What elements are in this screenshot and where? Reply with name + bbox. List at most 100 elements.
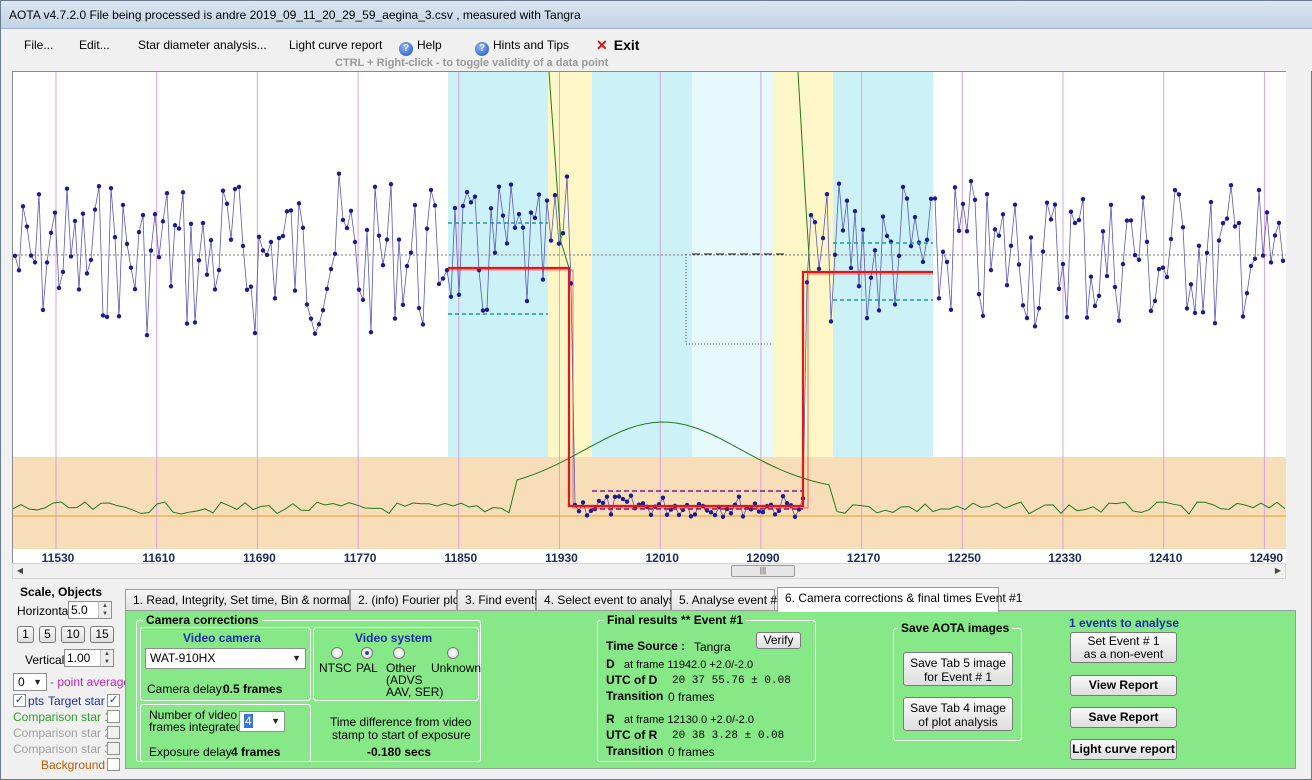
data-point[interactable] (984, 192, 990, 197)
menu-file[interactable]: File... (24, 38, 53, 52)
data-point[interactable] (212, 287, 218, 292)
data-point[interactable] (1020, 303, 1026, 308)
data-point[interactable] (596, 498, 602, 504)
data-point[interactable] (1008, 243, 1014, 248)
data-point[interactable] (296, 201, 302, 206)
data-point[interactable] (332, 251, 338, 256)
data-point[interactable] (912, 214, 918, 220)
data-point[interactable] (252, 330, 258, 336)
data-point[interactable] (948, 307, 954, 313)
data-point[interactable] (944, 259, 950, 265)
data-point[interactable] (1164, 274, 1170, 280)
vertical-spin-arrows[interactable]: ▲ ▼ (100, 650, 113, 666)
data-point[interactable] (156, 254, 162, 260)
data-point[interactable] (304, 302, 310, 307)
data-point[interactable] (548, 238, 554, 243)
data-point[interactable] (872, 248, 878, 253)
zoom-15-button[interactable]: 15 (90, 626, 114, 643)
data-point[interactable] (120, 202, 126, 208)
data-point[interactable] (200, 220, 206, 226)
tab-select-event[interactable]: 4. Select event to analyse (536, 589, 681, 611)
data-point[interactable] (108, 185, 114, 191)
data-point[interactable] (468, 200, 474, 205)
data-point[interactable] (936, 296, 942, 301)
data-point[interactable] (712, 512, 718, 518)
data-point[interactable] (168, 284, 174, 289)
data-point[interactable] (1244, 290, 1250, 296)
data-point[interactable] (336, 171, 342, 176)
data-point[interactable] (1024, 315, 1030, 321)
data-point[interactable] (1260, 253, 1266, 258)
data-point[interactable] (1156, 266, 1162, 272)
data-point[interactable] (1216, 238, 1222, 243)
data-point[interactable] (608, 512, 614, 517)
data-point[interactable] (1088, 274, 1094, 279)
data-point[interactable] (20, 204, 26, 209)
data-point[interactable] (1152, 298, 1158, 304)
data-point[interactable] (224, 201, 230, 207)
data-point[interactable] (388, 182, 394, 187)
other-radio[interactable] (393, 647, 405, 659)
data-point[interactable] (24, 224, 30, 229)
data-point[interactable] (348, 208, 354, 214)
data-point[interactable] (1136, 257, 1142, 263)
data-point[interactable] (176, 226, 182, 231)
data-point[interactable] (1096, 293, 1102, 298)
data-point[interactable] (84, 271, 90, 276)
data-point[interactable] (480, 308, 486, 313)
data-point[interactable] (1240, 314, 1246, 319)
data-point[interactable] (428, 187, 434, 193)
data-point[interactable] (1004, 282, 1010, 288)
data-point[interactable] (532, 215, 538, 221)
data-point[interactable] (340, 217, 346, 223)
data-point[interactable] (1128, 218, 1134, 223)
data-point[interactable] (312, 331, 318, 336)
data-point[interactable] (820, 235, 826, 241)
data-point[interactable] (848, 265, 854, 271)
data-point[interactable] (188, 221, 194, 227)
data-point[interactable] (940, 249, 946, 254)
data-point[interactable] (664, 512, 670, 517)
data-point[interactable] (1112, 284, 1118, 290)
data-point[interactable] (956, 228, 962, 234)
data-point[interactable] (264, 252, 270, 258)
data-point[interactable] (344, 225, 350, 231)
data-point[interactable] (292, 288, 298, 293)
data-point[interactable] (500, 213, 506, 218)
data-point[interactable] (1132, 252, 1138, 258)
data-point[interactable] (844, 198, 850, 203)
data-point[interactable] (364, 227, 370, 233)
data-point[interactable] (552, 192, 558, 198)
data-point[interactable] (604, 494, 610, 499)
data-point[interactable] (1080, 196, 1086, 202)
data-point[interactable] (516, 211, 522, 217)
data-point[interactable] (928, 196, 934, 201)
data-point[interactable] (124, 241, 130, 247)
data-point[interactable] (1232, 224, 1238, 229)
data-point[interactable] (1044, 200, 1050, 205)
data-point[interactable] (144, 332, 150, 338)
data-point[interactable] (1252, 256, 1258, 261)
data-point[interactable] (484, 307, 490, 312)
data-point[interactable] (216, 267, 222, 273)
light-curve-plot[interactable]: 11530 11610 11690 11770 11850 11930 12010 12090… (12, 71, 1286, 579)
pts-checkbox[interactable]: ✓ (13, 694, 26, 707)
data-point[interactable] (400, 302, 406, 308)
data-point[interactable] (900, 184, 906, 190)
data-point[interactable] (1160, 265, 1166, 270)
data-point[interactable] (880, 214, 886, 219)
data-point[interactable] (372, 184, 378, 190)
verify-button[interactable]: Verify (756, 632, 801, 649)
data-point[interactable] (1248, 263, 1254, 269)
data-point[interactable] (1144, 239, 1150, 245)
data-point[interactable] (784, 500, 790, 506)
data-point[interactable] (180, 190, 186, 195)
data-point[interactable] (132, 286, 138, 292)
data-point[interactable] (100, 313, 106, 318)
data-point[interactable] (1172, 187, 1178, 193)
data-point[interactable] (692, 512, 698, 517)
view-report-button[interactable]: View Report (1070, 675, 1177, 696)
light-curve-report-button[interactable]: Light curve report (1070, 739, 1177, 760)
camera-select[interactable]: WAT-910HX ▼ (145, 648, 306, 669)
data-point[interactable] (528, 210, 534, 215)
